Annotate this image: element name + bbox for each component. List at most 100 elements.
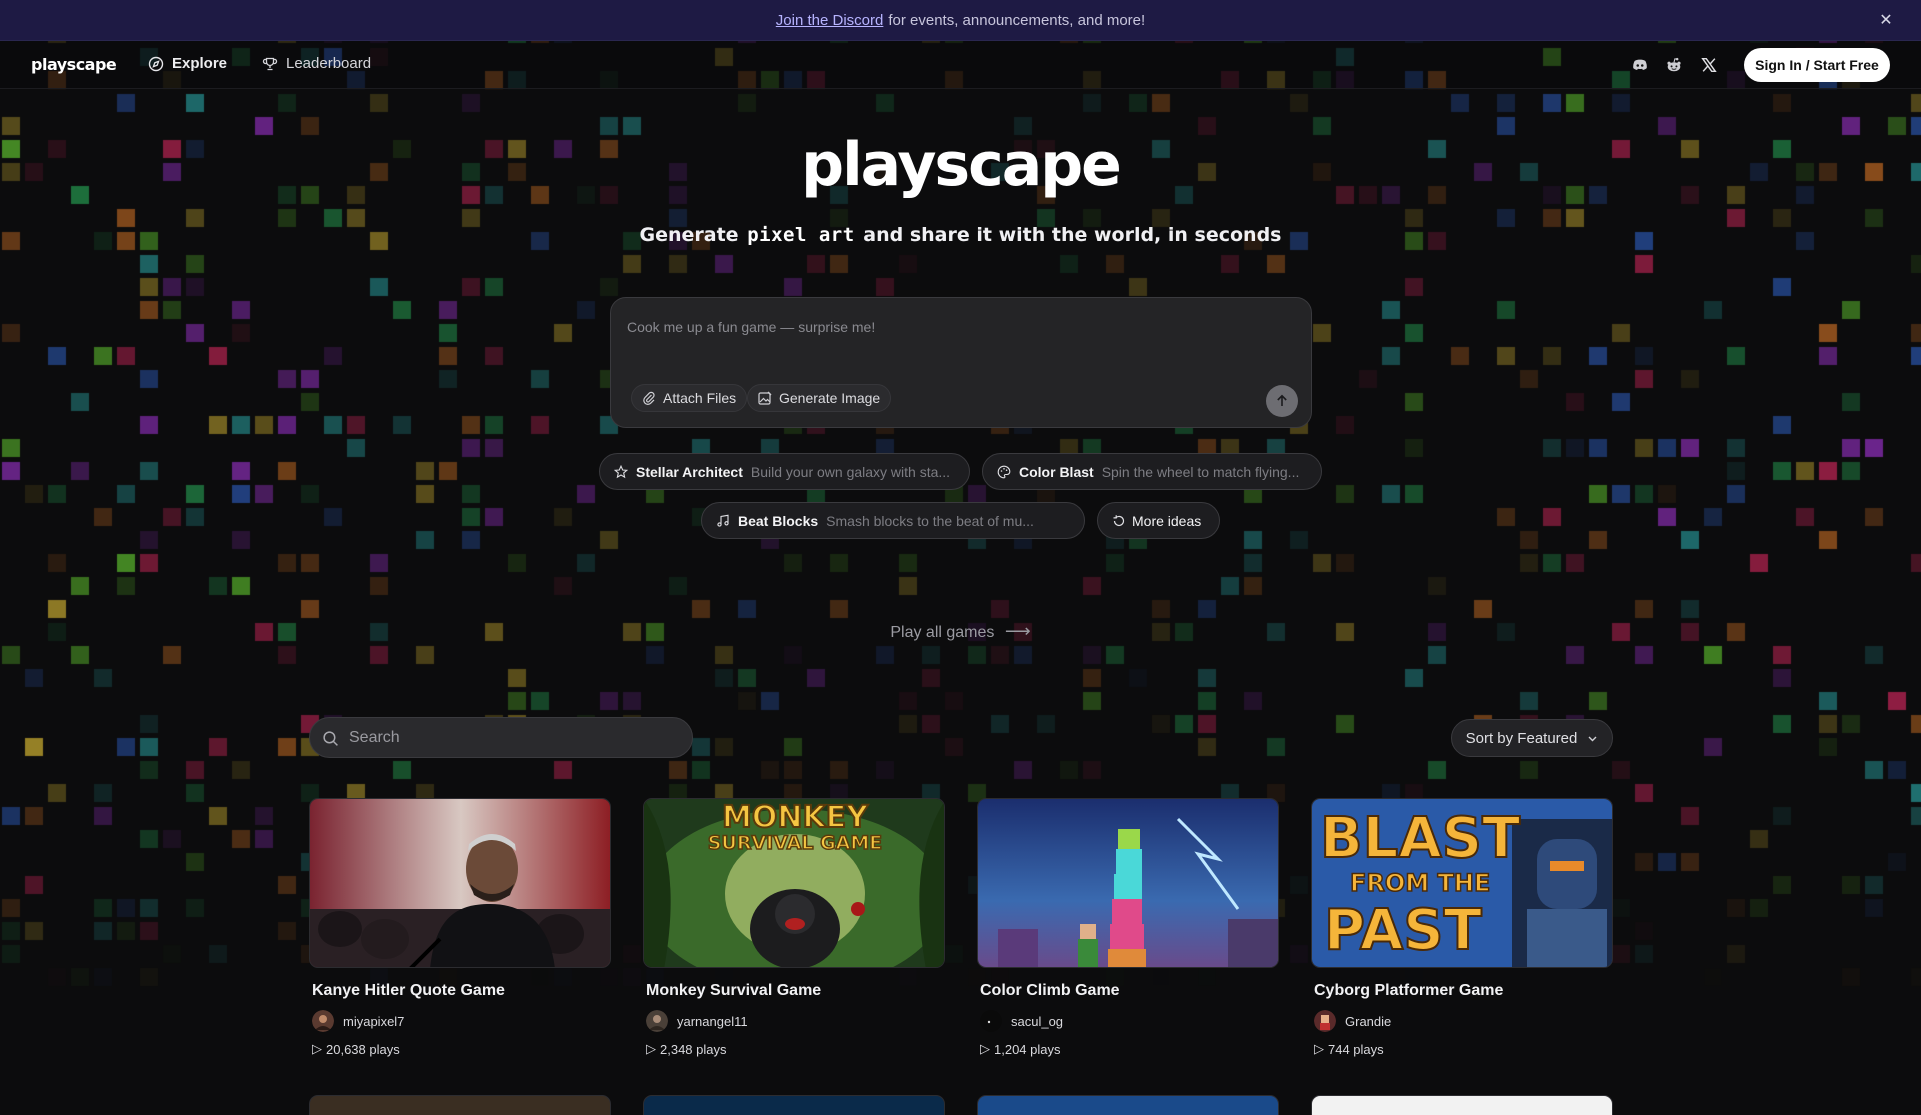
discord-icon[interactable] bbox=[1630, 55, 1650, 75]
author-name: yarnangel11 bbox=[677, 1013, 748, 1029]
game-thumbnail: BLAST FROM THE PAST bbox=[1311, 798, 1613, 968]
subtitle-end: and share it with the world, in seconds bbox=[863, 224, 1282, 246]
game-card[interactable]: BLAST FROM THE PAST Cyborg Platformer Ga… bbox=[1311, 798, 1613, 1057]
search-icon bbox=[323, 731, 338, 746]
sort-label: Sort by Featured bbox=[1465, 729, 1578, 747]
reddit-icon[interactable] bbox=[1664, 55, 1684, 75]
nav-explore[interactable]: Explore bbox=[148, 55, 227, 72]
attach-files-button[interactable]: Attach Files bbox=[631, 384, 748, 412]
game-plays: ▷ 20,638 plays bbox=[309, 1041, 611, 1057]
game-card-partial[interactable] bbox=[1311, 1095, 1613, 1115]
thumb-text-1: MONKEY bbox=[722, 800, 869, 835]
announcement-banner: Join the Discord for events, announcemen… bbox=[0, 0, 1921, 41]
prompt-input[interactable] bbox=[627, 314, 1287, 340]
game-thumbnail bbox=[309, 798, 611, 968]
avatar bbox=[1314, 1010, 1336, 1032]
game-plays: ▷ 744 plays bbox=[1311, 1041, 1613, 1057]
game-plays: ▷ 1,204 plays bbox=[977, 1041, 1279, 1057]
paperclip-icon bbox=[643, 391, 655, 405]
game-author[interactable]: Grandie bbox=[1311, 1010, 1613, 1032]
author-name: Grandie bbox=[1345, 1013, 1392, 1029]
generate-image-label: Generate Image bbox=[779, 390, 881, 406]
plays-count: 20,638 plays bbox=[326, 1041, 400, 1057]
suggestion-title: Color Blast bbox=[1019, 463, 1094, 480]
suggestion-color-blast[interactable]: Color Blast Spin the wheel to match flyi… bbox=[982, 453, 1322, 490]
compass-icon bbox=[148, 56, 164, 71]
game-author[interactable]: yarnangel11 bbox=[643, 1010, 945, 1032]
game-thumbnail bbox=[977, 798, 1279, 968]
avatar bbox=[646, 1010, 668, 1032]
game-thumbnail: MONKEY SURVIVAL GAME bbox=[643, 798, 945, 968]
chevron-down-icon bbox=[1588, 736, 1597, 741]
play-icon: ▷ bbox=[312, 1041, 322, 1056]
attach-files-label: Attach Files bbox=[663, 390, 737, 406]
game-title: Cyborg Platformer Game bbox=[1314, 982, 1504, 999]
suggestion-desc: Build your own galaxy with sta... bbox=[750, 463, 951, 480]
game-title: Kanye Hitler Quote Game bbox=[312, 982, 505, 999]
game-title: Monkey Survival Game bbox=[646, 982, 822, 999]
search-box bbox=[309, 717, 693, 758]
game-author[interactable]: sacul_og bbox=[977, 1010, 1279, 1032]
plays-count: 744 plays bbox=[1328, 1041, 1384, 1057]
more-ideas-button[interactable]: More ideas bbox=[1097, 502, 1220, 539]
refresh-icon bbox=[1113, 514, 1125, 526]
play-all-label: Play all games bbox=[890, 624, 995, 641]
author-name: sacul_og bbox=[1011, 1013, 1064, 1029]
x-icon[interactable] bbox=[1699, 55, 1719, 75]
thumb-text-2: SURVIVAL GAME bbox=[708, 832, 883, 854]
search-input[interactable] bbox=[349, 726, 679, 750]
game-card[interactable]: MONKEY SURVIVAL GAME Monkey Survival Gam… bbox=[643, 798, 945, 1057]
subtitle-highlight: pixel art bbox=[747, 224, 855, 246]
trophy-icon bbox=[262, 57, 278, 70]
suggestion-desc: Smash blocks to the beat of mu... bbox=[826, 512, 1034, 529]
suggestion-title: Stellar Architect bbox=[636, 463, 743, 480]
sort-dropdown[interactable]: Sort by Featured bbox=[1451, 719, 1613, 757]
logo[interactable]: playscape bbox=[31, 55, 117, 74]
game-author[interactable]: miyapixel7 bbox=[309, 1010, 611, 1032]
more-ideas-label: More ideas bbox=[1132, 512, 1202, 529]
nav-explore-label: Explore bbox=[172, 55, 228, 72]
close-icon[interactable]: ✕ bbox=[1877, 12, 1895, 30]
game-title: Color Climb Game bbox=[980, 982, 1120, 999]
thumb-text-3: PAST bbox=[1324, 898, 1482, 963]
generate-image-button[interactable]: Generate Image bbox=[747, 384, 892, 412]
star-icon bbox=[614, 464, 628, 478]
game-card-partial[interactable] bbox=[643, 1095, 945, 1115]
send-button[interactable] bbox=[1266, 385, 1298, 417]
game-plays: ▷ 2,348 plays bbox=[643, 1041, 945, 1057]
suggestion-beat-blocks[interactable]: Beat Blocks Smash blocks to the beat of … bbox=[701, 502, 1085, 539]
hero-subtitle: Generate pixel art and share it with the… bbox=[0, 224, 1921, 246]
arrow-right-icon: ⟶ bbox=[1004, 621, 1031, 641]
suggestion-stellar-architect[interactable]: Stellar Architect Build your own galaxy … bbox=[599, 453, 970, 490]
nav-leaderboard-label: Leaderboard bbox=[286, 55, 372, 72]
game-card[interactable]: Color Climb Game sacul_og ▷ 1,204 plays bbox=[977, 798, 1279, 1057]
palette-icon bbox=[997, 465, 1011, 478]
arrow-up-icon bbox=[1277, 394, 1287, 406]
hero-title: playscape bbox=[801, 130, 1122, 200]
nav-leaderboard[interactable]: Leaderboard bbox=[262, 55, 371, 72]
avatar bbox=[312, 1010, 334, 1032]
game-card-partial[interactable] bbox=[309, 1095, 611, 1115]
game-card[interactable]: Kanye Hitler Quote Game miyapixel7 ▷ 20,6… bbox=[309, 798, 611, 1057]
play-icon: ▷ bbox=[646, 1041, 656, 1056]
plays-count: 2,348 plays bbox=[660, 1041, 727, 1057]
suggestion-desc: Spin the wheel to match flying... bbox=[1101, 463, 1300, 480]
play-all-games-link[interactable]: Play all games ⟶ bbox=[0, 621, 1921, 642]
thumb-text-1: BLAST bbox=[1320, 806, 1520, 871]
prompt-box: Attach Files Generate Image bbox=[610, 297, 1312, 428]
avatar bbox=[980, 1010, 1002, 1032]
plays-count: 1,204 plays bbox=[994, 1041, 1061, 1057]
thumb-text-2: FROM THE bbox=[1350, 869, 1490, 897]
play-icon: ▷ bbox=[1314, 1041, 1324, 1056]
page: Join the Discord for events, announcemen… bbox=[0, 0, 1921, 1115]
game-card-partial[interactable] bbox=[977, 1095, 1279, 1115]
signin-button[interactable]: Sign In / Start Free bbox=[1744, 48, 1890, 82]
subtitle-start: Generate bbox=[639, 224, 739, 246]
suggestion-title: Beat Blocks bbox=[738, 512, 819, 529]
play-icon: ▷ bbox=[980, 1041, 990, 1056]
author-name: miyapixel7 bbox=[343, 1013, 405, 1029]
banner-message: for events, announcements, and more! bbox=[888, 11, 1146, 29]
image-edit-icon bbox=[758, 391, 772, 405]
music-icon bbox=[717, 514, 729, 527]
discord-link[interactable]: Join the Discord bbox=[776, 12, 884, 29]
